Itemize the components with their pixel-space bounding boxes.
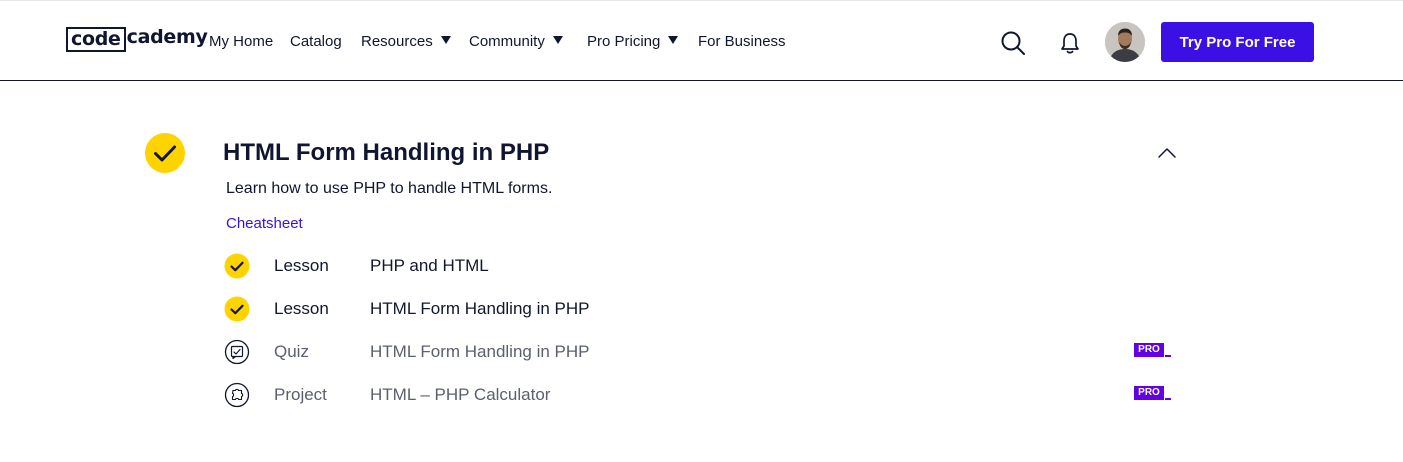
item-type: Lesson: [274, 299, 329, 318]
nav-community[interactable]: Community: [469, 32, 563, 52]
caret-down-icon: [668, 36, 679, 44]
item-name: HTML Form Handling in PHP: [370, 299, 590, 318]
cheatsheet-link[interactable]: Cheatsheet: [226, 214, 303, 234]
user-avatar[interactable]: [1105, 22, 1145, 62]
try-pro-button[interactable]: Try Pro For Free: [1161, 22, 1314, 62]
item-name: PHP and HTML: [370, 256, 489, 275]
logo-box-text: code: [66, 27, 126, 52]
module-item-project[interactable]: Project HTML – PHP Calculator PRO: [224, 381, 1184, 409]
module-title: HTML Form Handling in PHP: [223, 139, 550, 166]
pro-badge-cursor: [1165, 398, 1171, 400]
quiz-icon: [224, 339, 250, 365]
search-icon: [1001, 31, 1025, 55]
caret-down-icon: [440, 36, 451, 44]
top-navigation-bar: code cademy My Home Catalog Resources Co…: [0, 0, 1403, 81]
nav-pro-pricing-label: Pro Pricing: [587, 33, 661, 50]
search-button[interactable]: [1000, 30, 1026, 56]
module-item-quiz[interactable]: Quiz HTML Form Handling in PHP PRO: [224, 338, 1184, 366]
pro-badge: PRO: [1134, 386, 1174, 402]
nav-pro-pricing[interactable]: Pro Pricing: [587, 32, 679, 52]
module-item-lesson-1[interactable]: Lesson PHP and HTML: [224, 252, 1184, 280]
notifications-button[interactable]: [1059, 31, 1081, 55]
project-icon: [224, 382, 250, 408]
item-name: HTML – PHP Calculator: [370, 385, 551, 404]
codecademy-logo[interactable]: code cademy: [66, 26, 208, 53]
nav-catalog[interactable]: Catalog: [290, 32, 342, 52]
pro-badge-cursor: [1165, 355, 1171, 357]
item-type: Project: [274, 385, 327, 404]
nav-community-label: Community: [469, 33, 545, 50]
module-item-lesson-2[interactable]: Lesson HTML Form Handling in PHP: [224, 295, 1184, 323]
pro-badge-label: PRO: [1134, 386, 1164, 400]
module-description: Learn how to use PHP to handle HTML form…: [226, 180, 553, 197]
nav-for-business-label: For Business: [698, 33, 786, 50]
module-complete-icon: [145, 133, 185, 173]
caret-down-icon: [552, 36, 563, 44]
collapse-button[interactable]: [1156, 145, 1178, 161]
nav-for-business[interactable]: For Business: [698, 32, 786, 52]
avatar-image: [1105, 22, 1145, 62]
check-icon: [224, 296, 250, 322]
pro-badge-label: PRO: [1134, 343, 1164, 357]
check-icon: [154, 145, 176, 162]
bell-icon: [1061, 33, 1079, 54]
nav-resources[interactable]: Resources: [361, 32, 451, 52]
nav-resources-label: Resources: [361, 33, 433, 50]
chevron-up-icon: [1158, 148, 1176, 158]
item-type: Quiz: [274, 342, 309, 361]
nav-my-home[interactable]: My Home: [209, 32, 273, 52]
logo-rest-text: cademy: [126, 26, 208, 48]
nav-my-home-label: My Home: [209, 33, 274, 50]
item-name: HTML Form Handling in PHP: [370, 342, 590, 361]
pro-badge: PRO: [1134, 343, 1174, 359]
nav-catalog-label: Catalog: [290, 33, 342, 50]
item-type: Lesson: [274, 256, 329, 275]
check-icon: [224, 253, 250, 279]
